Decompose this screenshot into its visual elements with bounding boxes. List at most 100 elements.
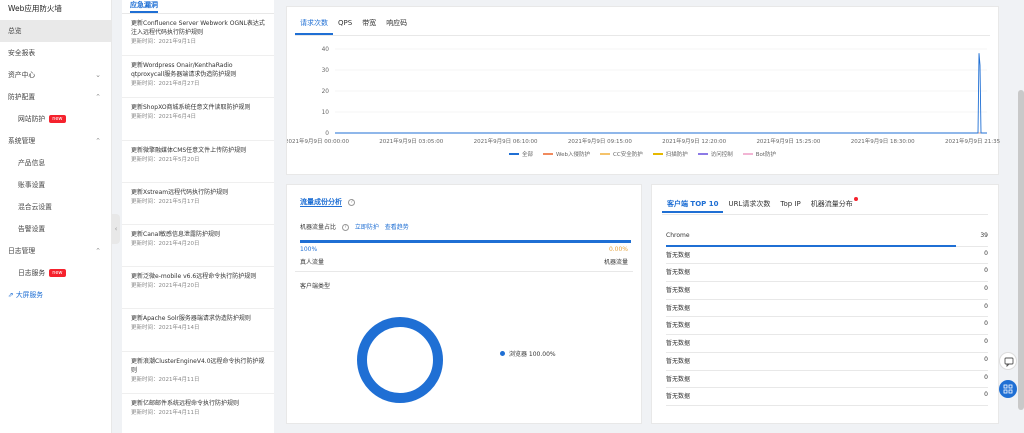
tab-3[interactable]: 响应码 <box>381 15 412 35</box>
legend-swatch <box>652 153 663 155</box>
sidebar-item-0[interactable]: 总览 <box>0 20 111 42</box>
client-type-label: 客户端类型 <box>300 283 331 290</box>
table-row: 暂无数据 0 <box>666 264 988 283</box>
new-badge: new <box>49 115 66 123</box>
sidebar-item-7[interactable]: 账事设置 <box>0 174 111 196</box>
tab-0[interactable]: 请求次数 <box>295 15 333 35</box>
alert-date: 更新时间：2021年5月20日 <box>131 156 200 163</box>
chevron-up-icon[interactable]: ⌃ <box>95 86 101 108</box>
alert-item[interactable]: 更新Apache Solr服务器端请求伪造防护规则 更新时间：2021年4月14日 <box>122 309 274 352</box>
chat-icon[interactable] <box>999 352 1017 370</box>
donut-slice-browser[interactable] <box>357 317 443 403</box>
human-pct: 100% <box>300 246 318 253</box>
x-tick-label: 2021年9月9日 03:05:00 <box>379 137 443 145</box>
sidebar-item-label: 混合云设置 <box>18 203 52 211</box>
alert-item[interactable]: 更新ShopXO商城系统任意文件读取防护规则 更新时间：2021年6月4日 <box>122 98 274 141</box>
legend-item[interactable]: CC安全防护 <box>600 150 643 158</box>
row-name: 暂无数据 <box>666 304 691 312</box>
alert-title[interactable]: 更新浪潮ClusterEngineV4.0远程命令执行防护规则 <box>131 357 266 375</box>
table-row: 暂无数据 0 <box>666 353 988 371</box>
alert-title[interactable]: 更新Confluence Server Webwork OGNL表达式注入远程代… <box>131 19 266 37</box>
x-tick-label: 2021年9月9日 06:10:00 <box>474 137 538 145</box>
alert-item[interactable]: 更新泛微e-mobile v6.6远程命令执行防护规则 更新时间：2021年4月2… <box>122 267 274 310</box>
view-trend-link[interactable]: 查看趋势 <box>385 224 409 231</box>
x-tick-label: 2021年9月9日 15:25:00 <box>756 137 820 145</box>
sidebar-item-5[interactable]: 系统管理 ⌃ <box>0 130 111 152</box>
human-label: 真人流量 <box>300 259 325 266</box>
sidebar: Web应用防火墙 总览 安全报表 资产中心 ⌄ 防护配置 ⌃ 网站防护 new 系统管理 ⌃ 产品信… <box>0 0 112 433</box>
legend-item[interactable]: Web入侵防护 <box>543 150 590 158</box>
sidebar-item-4[interactable]: 网站防护 new <box>0 108 111 130</box>
top10-tab-0[interactable]: 客户端 TOP 10 <box>662 197 724 213</box>
top10-tab-2[interactable]: Top IP <box>775 197 805 213</box>
x-tick-label: 2021年9月9日 09:15:00 <box>568 137 632 145</box>
grid-menu-icon[interactable] <box>999 380 1017 398</box>
top10-tab-3[interactable]: 机器流量分布 <box>806 197 858 213</box>
brand-title: Web应用防火墙 <box>8 4 62 13</box>
alert-title[interactable]: 更新Canal敏感信息泄露防护规则 <box>131 230 266 239</box>
row-value: 0 <box>984 391 988 399</box>
human-traffic-bar <box>300 240 631 243</box>
sidebar-item-12[interactable]: ⇗ 大屏服务 <box>0 284 111 306</box>
legend-label: 访问控制 <box>710 152 733 158</box>
alert-item[interactable]: 更新Canal敏感信息泄露防护规则 更新时间：2021年4月20日 <box>122 225 274 268</box>
alert-item[interactable]: 更新Wordpress Onair/KenthaRadio qtproxycal… <box>122 56 274 99</box>
sidebar-item-11[interactable]: 日志服务 new <box>0 262 111 284</box>
page-scrollbar[interactable] <box>1018 90 1024 410</box>
help-icon[interactable]: ? <box>348 198 356 206</box>
legend-item[interactable]: 扫描防护 <box>652 150 688 158</box>
legend-label: 扫描防护 <box>665 152 688 158</box>
chevron-down-icon[interactable]: ⌄ <box>95 64 101 86</box>
y-tick-label: 10 <box>322 110 330 116</box>
legend-dot <box>500 351 505 356</box>
bot-label: 机器流量 <box>603 259 628 266</box>
row-value: 0 <box>984 302 988 310</box>
chevron-up-icon[interactable]: ⌃ <box>95 240 101 262</box>
alert-title[interactable]: 更新亿邮邮件系统远程命令执行防护规则 <box>131 399 266 408</box>
sidebar-item-8[interactable]: 混合云设置 <box>0 196 111 218</box>
alerts-panel: 应急漏洞 更新Confluence Server Webwork OGNL表达式… <box>122 0 274 433</box>
chart-legend: 全部 Web入侵防护 CC安全防护 扫描防护 访问控制 Bot防护 <box>509 150 776 158</box>
y-tick-label: 30 <box>322 68 330 74</box>
alert-item[interactable]: 更新Confluence Server Webwork OGNL表达式注入远程代… <box>122 14 274 57</box>
alert-title[interactable]: 更新Xstream远程代码执行防护规则 <box>131 188 266 197</box>
alert-item[interactable]: 更新亿邮邮件系统远程命令执行防护规则 更新时间：2021年4月11日 <box>122 394 274 433</box>
sidebar-item-label: 产品信息 <box>18 159 46 167</box>
legend-swatch <box>742 153 753 155</box>
sidebar-item-9[interactable]: 告警设置 <box>0 218 111 240</box>
legend-item[interactable]: Bot防护 <box>742 150 776 158</box>
row-value: 0 <box>984 320 988 328</box>
tab-1[interactable]: QPS <box>333 15 357 35</box>
row-value: 39 <box>980 232 988 239</box>
alert-title[interactable]: 更新Wordpress Onair/KenthaRadio qtproxycal… <box>131 61 266 79</box>
alert-date: 更新时间：2021年9月1日 <box>131 39 196 45</box>
legend-swatch <box>600 153 611 155</box>
alert-item[interactable]: 更新Xstream远程代码执行防护规则 更新时间：2021年5月17日 <box>122 183 274 225</box>
tab-2[interactable]: 带宽 <box>357 15 381 35</box>
table-row: Chrome 39 <box>666 229 988 247</box>
legend-item[interactable]: 访问控制 <box>697 150 733 158</box>
sidebar-item-6[interactable]: 产品信息 <box>0 152 111 174</box>
collapse-sidebar-button[interactable]: ‹ <box>112 214 120 244</box>
alerts-title[interactable]: 应急漏洞 <box>130 0 158 13</box>
help-icon[interactable]: ? <box>341 224 349 231</box>
notification-dot <box>853 197 858 201</box>
alert-title[interactable]: 更新泛微e-mobile v6.6远程命令执行防护规则 <box>131 272 266 281</box>
sidebar-item-10[interactable]: 日志管理 ⌃ <box>0 240 111 262</box>
sidebar-item-1[interactable]: 安全报表 <box>0 42 111 64</box>
alert-item[interactable]: 更新浪潮ClusterEngineV4.0远程命令执行防护规则 更新时间：2021… <box>122 352 274 394</box>
alert-title[interactable]: 更新微擎融媒体CMS任意文件上传防护规则 <box>131 146 266 155</box>
protect-now-link[interactable]: 立即防护 <box>355 224 379 231</box>
row-name: 暂无数据 <box>666 340 691 348</box>
alert-title[interactable]: 更新Apache Solr服务器端请求伪造防护规则 <box>131 314 266 323</box>
sidebar-item-3[interactable]: 防护配置 ⌃ <box>0 86 111 108</box>
alert-item[interactable]: 更新微擎融媒体CMS任意文件上传防护规则 更新时间：2021年5月20日 <box>122 141 274 183</box>
sidebar-item-2[interactable]: 资产中心 ⌄ <box>0 64 111 86</box>
x-tick-label: 2021年9月9日 00:00:00 <box>287 137 349 145</box>
table-row: 暂无数据 0 <box>666 247 988 265</box>
sidebar-item-label: 网站防护 <box>18 115 46 123</box>
alert-title[interactable]: 更新ShopXO商城系统任意文件读取防护规则 <box>131 103 266 112</box>
top10-tab-1[interactable]: URL请求次数 <box>723 197 775 213</box>
legend-item[interactable]: 全部 <box>509 150 533 158</box>
chevron-up-icon[interactable]: ⌃ <box>95 130 101 152</box>
